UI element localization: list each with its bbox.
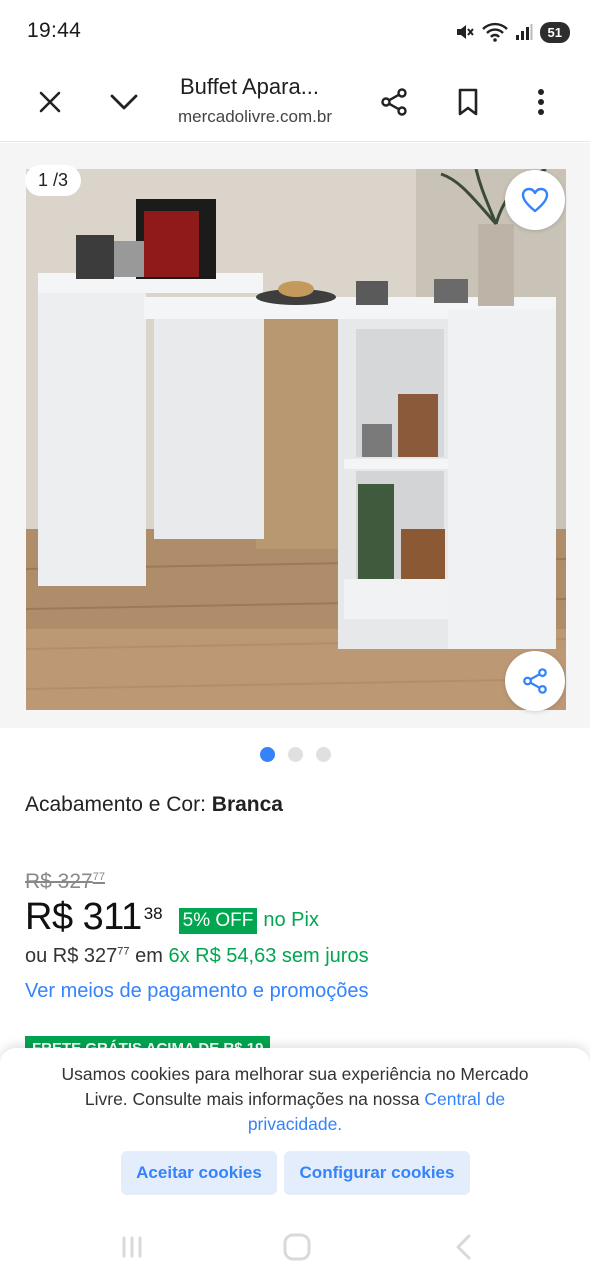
- discount-badge: 5% OFF: [178, 908, 258, 934]
- status-icons: 51: [455, 18, 570, 46]
- battery-indicator: 51: [539, 21, 570, 43]
- share-icon: [523, 668, 547, 694]
- installments-cents: 77: [117, 945, 130, 958]
- product-photo-illustration: [26, 169, 566, 710]
- bookmark-icon: [458, 88, 478, 116]
- configure-cookies-button[interactable]: Configurar cookies: [284, 1151, 470, 1195]
- share-button[interactable]: [372, 80, 416, 124]
- share-icon: [381, 88, 407, 116]
- bookmark-button[interactable]: [446, 80, 490, 124]
- share-product-button[interactable]: [505, 651, 565, 711]
- system-navigation-bar: [0, 1220, 590, 1280]
- page-title[interactable]: Buffet Apara...: [180, 74, 319, 100]
- home-icon: [283, 1233, 311, 1261]
- status-bar: 19:44 51: [0, 0, 590, 62]
- payment-methods-link[interactable]: Ver meios de pagamento e promoções: [25, 980, 369, 1003]
- more-vertical-icon: [538, 89, 544, 115]
- installments-prefix: ou R$ 327: [25, 945, 118, 967]
- current-price-row: R$ 311 38 5% OFF no Pix: [25, 896, 319, 939]
- carousel-dot-2[interactable]: [287, 747, 303, 762]
- close-icon: [39, 91, 61, 113]
- old-price-main: R$ 327: [25, 870, 93, 893]
- current-price-cents: 38: [143, 904, 163, 923]
- wifi-icon: [481, 22, 508, 42]
- carousel-dot-1[interactable]: [259, 747, 275, 762]
- back-button[interactable]: [444, 1232, 484, 1262]
- variant-value: Branca: [211, 793, 283, 816]
- installments-detail: 6x R$ 54,63 sem juros: [168, 945, 369, 967]
- image-counter: 1 /3: [25, 165, 82, 196]
- current-price-main: R$ 311: [25, 896, 142, 938]
- old-price: R$ 32777: [25, 870, 105, 894]
- carousel-indicator: [0, 747, 590, 762]
- discount-method: no Pix: [263, 909, 319, 931]
- carousel-dot-3[interactable]: [315, 747, 331, 762]
- close-button[interactable]: [28, 80, 72, 124]
- accept-cookies-button[interactable]: Aceitar cookies: [121, 1151, 277, 1195]
- installments-info: ou R$ 32777 em 6x R$ 54,63 sem juros: [25, 945, 369, 968]
- recent-apps-button[interactable]: [112, 1232, 152, 1262]
- page-domain[interactable]: mercadolivre.com.br: [178, 107, 338, 127]
- browser-toolbar: Buffet Apara... mercadolivre.com.br: [0, 62, 590, 142]
- variant-label: Acabamento e Cor:: [25, 793, 206, 816]
- variant-selector[interactable]: Acabamento e Cor: Branca: [25, 793, 283, 817]
- mute-icon: [456, 25, 474, 39]
- more-options-button[interactable]: [519, 80, 563, 124]
- minimize-button[interactable]: [102, 80, 146, 124]
- installments-em: em: [135, 945, 163, 967]
- back-icon: [456, 1234, 471, 1260]
- recent-apps-icon: [122, 1236, 142, 1258]
- old-price-cents: 77: [92, 871, 105, 883]
- status-time: 19:44: [27, 19, 82, 42]
- chevron-down-icon: [110, 94, 138, 110]
- signal-icon: [515, 24, 533, 40]
- heart-icon: [521, 187, 549, 213]
- cookie-message: Usamos cookies para melhorar sua experiê…: [40, 1062, 550, 1137]
- favorite-button[interactable]: [505, 170, 565, 230]
- product-gallery[interactable]: [0, 143, 590, 728]
- home-button[interactable]: [277, 1232, 317, 1262]
- product-image[interactable]: [26, 169, 566, 710]
